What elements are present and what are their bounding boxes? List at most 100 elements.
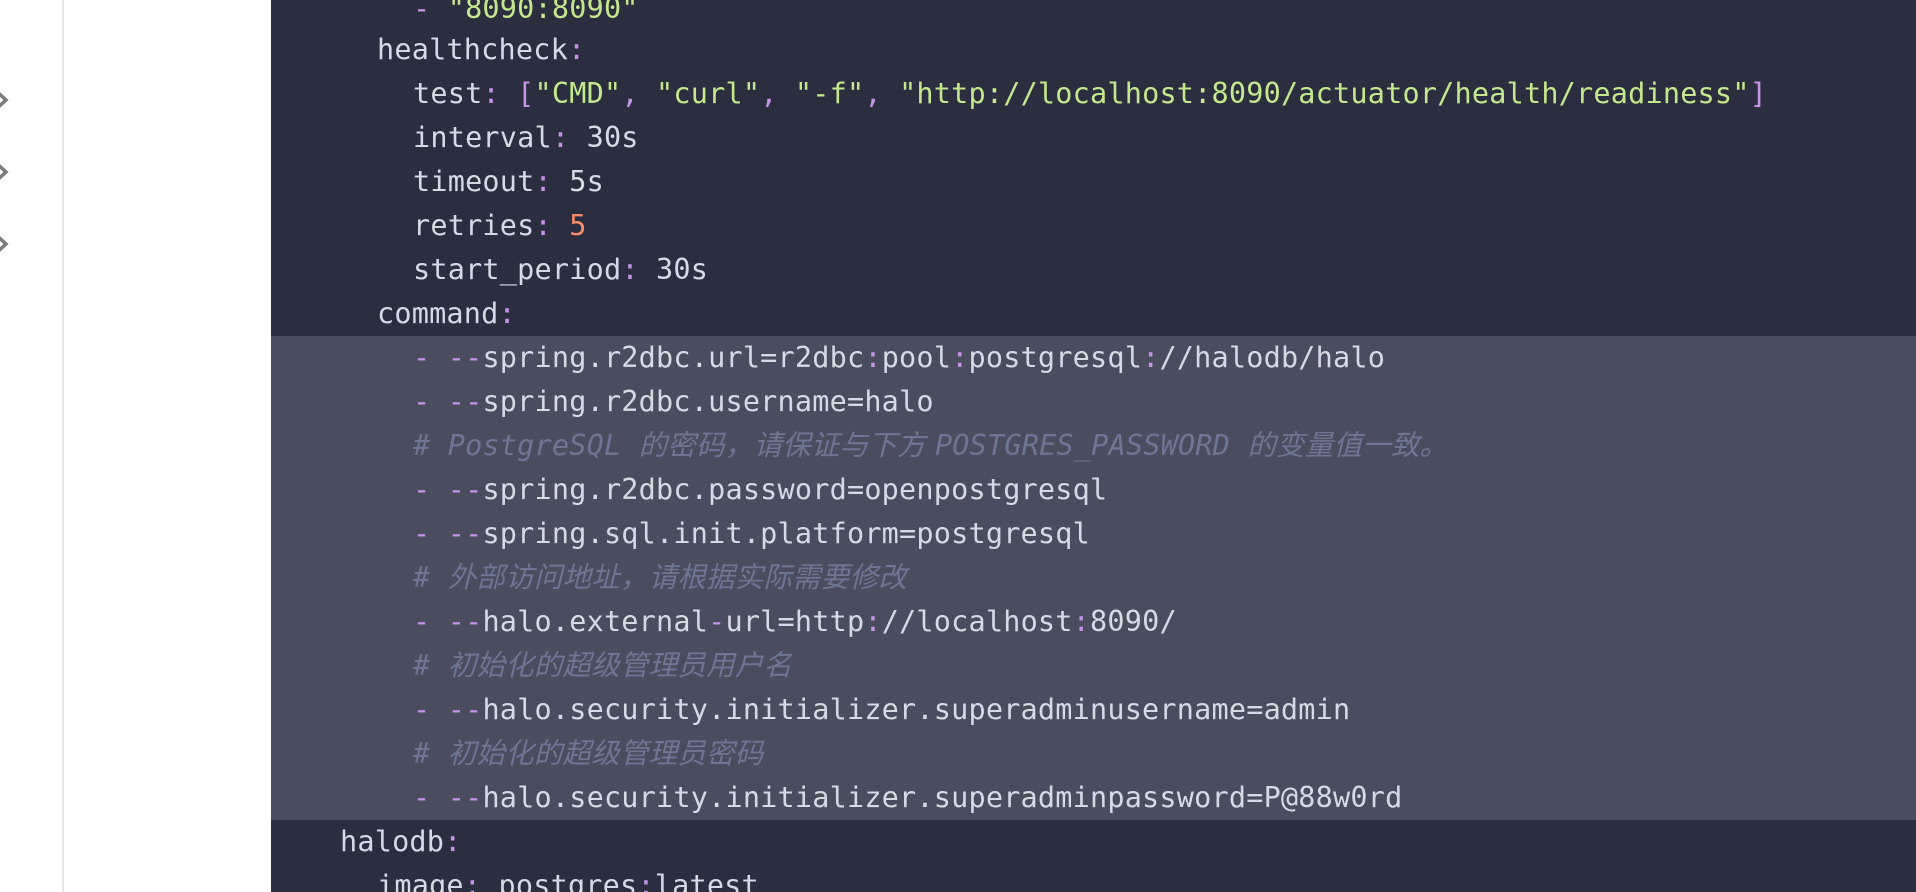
colon: : xyxy=(567,33,586,66)
colon: : xyxy=(951,341,969,374)
comment-text: 初始化的超级管理员用户名 xyxy=(447,649,793,682)
code-comment: # PostgreSQL 的密码，请保证与下方 POSTGRES_PASSWOR… xyxy=(413,424,1448,468)
arg-text: //halodb/halo xyxy=(1159,341,1386,374)
hyphen: - xyxy=(708,605,726,638)
comment-hash: # xyxy=(413,561,448,594)
colon: : xyxy=(1072,605,1091,638)
list-dash: - xyxy=(413,781,448,814)
colon: : xyxy=(1142,341,1160,374)
colon: : xyxy=(463,869,482,892)
yaml-key: interval xyxy=(413,121,552,154)
bracket: [ xyxy=(517,77,535,110)
yaml-key: image xyxy=(377,869,464,892)
colon: : xyxy=(864,341,882,374)
colon: : xyxy=(551,121,570,154)
yaml-value: 30s xyxy=(569,121,639,154)
yaml-value: 5s xyxy=(551,165,604,198)
yaml-key: timeout xyxy=(413,165,535,198)
code-line: healthcheck: xyxy=(377,28,585,72)
chevron-right-icon[interactable] xyxy=(0,85,16,115)
code-line: retries: 5 xyxy=(413,204,587,248)
chevron-right-icon[interactable] xyxy=(0,229,16,259)
list-dash: - xyxy=(413,0,448,25)
yaml-value: postgres xyxy=(481,869,638,892)
code-line: halodb: xyxy=(340,820,462,864)
code-line: - --spring.sql.init.platform=postgresql xyxy=(413,512,1090,556)
colon: : xyxy=(498,297,516,330)
arg-text: halo.external xyxy=(482,605,709,638)
code-block[interactable]: - "8090:8090" healthcheck: test: ["CMD",… xyxy=(271,0,1916,892)
yaml-key: command xyxy=(377,297,499,330)
code-comment: # 初始化的超级管理员用户名 xyxy=(413,644,792,688)
arg-text: spring.r2dbc.username=halo xyxy=(482,385,934,418)
flag-prefix: -- xyxy=(447,693,483,726)
code-line: - --halo.external-url=http://localhost:8… xyxy=(413,600,1177,644)
code-line: - "8090:8090" xyxy=(413,0,639,31)
string-value: "8090:8090" xyxy=(447,0,639,25)
flag-prefix: -- xyxy=(447,385,483,418)
colon: : xyxy=(444,825,462,858)
code-line: timeout: 5s xyxy=(413,160,604,204)
flag-prefix: -- xyxy=(447,517,483,550)
yaml-key: halodb xyxy=(340,825,445,858)
list-dash: - xyxy=(413,473,448,506)
comment-text: POSTGRES_PASSWORD xyxy=(934,429,1248,462)
yaml-key: test xyxy=(413,77,483,110)
code-comment: # 初始化的超级管理员密码 xyxy=(413,732,763,776)
list-dash: - xyxy=(413,385,448,418)
code-line: - --spring.r2dbc.username=halo xyxy=(413,380,934,424)
comment-text: 外部访问地址，请根据实际需要修改 xyxy=(447,561,907,594)
comment-hash: # xyxy=(413,429,448,462)
list-dash: - xyxy=(413,517,448,550)
arg-text: halo.security.initializer.superadminuser… xyxy=(482,693,1351,726)
string-value: "http://localhost:8090/actuator/health/r… xyxy=(899,77,1750,110)
yaml-value: latest xyxy=(654,869,759,892)
code-line: command: xyxy=(377,292,516,336)
list-dash: - xyxy=(413,341,448,374)
arg-text: pool xyxy=(881,341,952,374)
string-value: "curl" xyxy=(656,77,761,110)
comma: , xyxy=(621,77,657,110)
code-line: interval: 30s xyxy=(413,116,639,160)
bracket: ] xyxy=(1749,77,1767,110)
comment-text: 初始化的超级管理员密码 xyxy=(447,737,764,770)
arg-text: spring.r2dbc.password=openpostgresql xyxy=(482,473,1108,506)
string-value: "CMD" xyxy=(534,77,622,110)
colon: : xyxy=(864,605,882,638)
yaml-key: retries xyxy=(413,209,535,242)
flag-prefix: -- xyxy=(447,473,483,506)
arg-text: spring.sql.init.platform=postgresql xyxy=(482,517,1090,550)
comment-text: PostgreSQL xyxy=(447,429,639,462)
colon: : xyxy=(534,165,552,198)
code-line: start_period: 30s xyxy=(413,248,708,292)
yaml-value: 30s xyxy=(638,253,709,286)
code-line: - --halo.security.initializer.superadmin… xyxy=(413,688,1350,732)
code-line: - --spring.r2dbc.password=openpostgresql xyxy=(413,468,1107,512)
colon: : xyxy=(534,209,552,242)
arg-text: spring.r2dbc.url=r2dbc xyxy=(482,341,865,374)
string-value: "-f" xyxy=(794,77,865,110)
code-line: image: postgres:latest xyxy=(377,864,759,892)
comment-hash: # xyxy=(413,737,448,770)
number-value: 5 xyxy=(551,209,587,242)
left-gutter xyxy=(0,0,64,892)
flag-prefix: -- xyxy=(447,605,483,638)
arg-text: halo.security.initializer.superadminpass… xyxy=(482,781,1403,814)
comma: , xyxy=(760,77,795,110)
arg-text: url=http xyxy=(725,605,865,638)
colon: : xyxy=(482,77,500,110)
list-dash: - xyxy=(413,605,448,638)
flag-prefix: -- xyxy=(447,341,483,374)
yaml-key: start_period xyxy=(413,253,622,286)
code-comment: # 外部访问地址，请根据实际需要修改 xyxy=(413,556,907,600)
list-dash: - xyxy=(413,693,448,726)
code-line: - --halo.security.initializer.superadmin… xyxy=(413,776,1402,820)
colon: : xyxy=(621,253,639,286)
arg-text: 8090/ xyxy=(1090,605,1177,638)
code-line: - --spring.r2dbc.url=r2dbc:pool:postgres… xyxy=(413,336,1385,380)
colon: : xyxy=(637,869,655,892)
chevron-right-icon[interactable] xyxy=(0,157,16,187)
flag-prefix: -- xyxy=(447,781,483,814)
yaml-key: healthcheck xyxy=(377,33,568,66)
code-line: test: ["CMD", "curl", "-f", "http://loca… xyxy=(413,72,1767,116)
